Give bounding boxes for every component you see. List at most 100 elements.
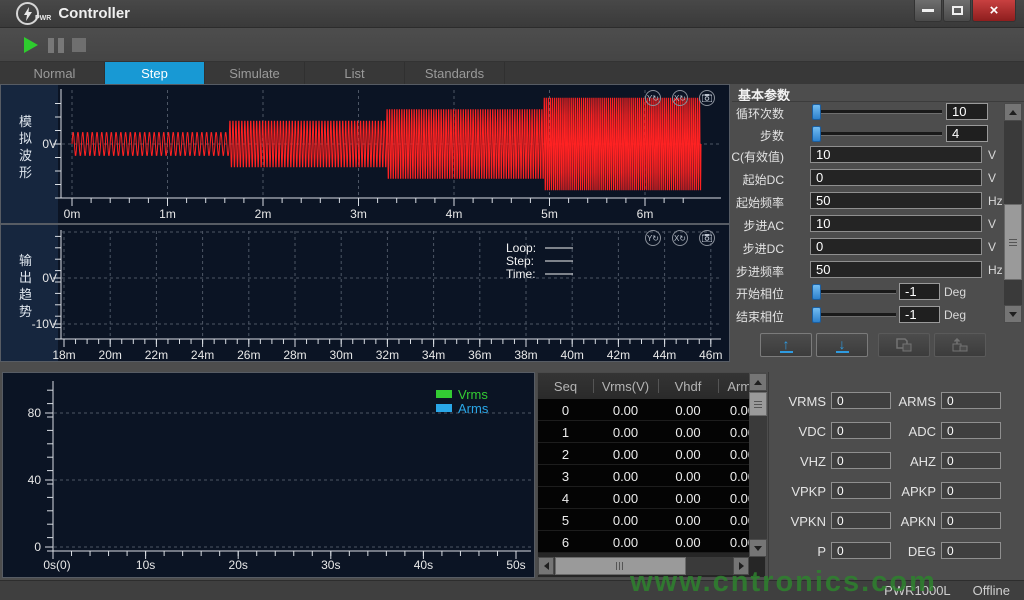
table-row[interactable]: 10.000.000.00 (538, 421, 749, 443)
table-row[interactable]: 40.000.000.00 (538, 487, 749, 509)
measure-value-vpkp[interactable]: 0 (831, 482, 891, 499)
scroll-down-button[interactable] (749, 539, 767, 557)
measure-value-deg[interactable]: 0 (941, 542, 1001, 559)
measurement-readouts: VRMS0ARMS0VDC0ADC0VHZ0AHZ0VPKP0APKP0VPKN… (768, 372, 1024, 580)
app-title: Controller (58, 5, 130, 22)
table-row[interactable]: 20.000.000.00 (538, 443, 749, 465)
svg-text:0s(0): 0s(0) (43, 558, 70, 572)
measure-value-apkp[interactable]: 0 (941, 482, 1001, 499)
tab-standards[interactable]: Standards (405, 62, 505, 84)
param-input[interactable]: 10 (810, 215, 982, 232)
slider-thumb[interactable] (812, 284, 821, 300)
pause-button[interactable] (48, 38, 64, 53)
app-logo: PWR Controller (16, 2, 130, 25)
param-row: 开始相位-1Deg (732, 283, 1002, 300)
tab-normal[interactable]: Normal (5, 62, 105, 84)
svg-text:26m: 26m (237, 348, 260, 361)
column-header[interactable]: Vrms(V) (593, 373, 658, 399)
svg-text:22m: 22m (145, 348, 168, 361)
param-unit: V (988, 240, 996, 254)
measure-value-p[interactable]: 0 (831, 542, 891, 559)
param-input[interactable]: 50 (810, 192, 982, 209)
param-slider[interactable] (812, 132, 942, 136)
write-to-device-button[interactable]: ↑ (760, 333, 812, 357)
snapshot-camera-icon[interactable] (699, 230, 715, 246)
param-value[interactable]: 4 (946, 125, 988, 142)
tab-simulate[interactable]: Simulate (205, 62, 305, 84)
measure-value-vdc[interactable]: 0 (831, 422, 891, 439)
param-label: 步数 (760, 127, 784, 144)
read-from-device-button[interactable]: ↓ (816, 333, 868, 357)
measure-label-vpkn: VPKN (791, 514, 826, 529)
close-button[interactable]: × (972, 0, 1016, 22)
maximize-button[interactable] (943, 0, 971, 22)
param-slider[interactable] (812, 313, 896, 317)
measure-value-vpkn[interactable]: 0 (831, 512, 891, 529)
param-value[interactable]: -1 (899, 283, 940, 300)
scrollbar-thumb[interactable] (1004, 204, 1022, 280)
table-cell: 0.00 (658, 509, 718, 531)
tab-step[interactable]: Step (105, 62, 205, 84)
svg-text:24m: 24m (191, 348, 214, 361)
param-row: 始AC(有效值)10V (732, 146, 1002, 163)
scroll-up-button[interactable] (749, 373, 767, 391)
minimize-button[interactable] (914, 0, 942, 22)
param-slider[interactable] (812, 290, 896, 294)
save-sequence-button[interactable] (878, 333, 930, 357)
param-input[interactable]: 0 (810, 238, 982, 255)
toolbar: 输出模式 AC+DC▼ 量程 300V▼ ⚙⚙ SCPI ? i (0, 28, 1024, 62)
slider-thumb[interactable] (812, 126, 821, 142)
measure-value-adc[interactable]: 0 (941, 422, 1001, 439)
column-header[interactable]: Seq (538, 373, 593, 399)
run-button[interactable] (24, 37, 38, 53)
measure-value-vrms[interactable]: 0 (831, 392, 891, 409)
tab-list[interactable]: List (305, 62, 405, 84)
measure-value-ahz[interactable]: 0 (941, 452, 1001, 469)
x-rescale-icon[interactable]: X↻ (672, 90, 688, 106)
y-rescale-icon[interactable]: Y↻ (645, 230, 661, 246)
y-rescale-icon[interactable]: Y↻ (645, 90, 661, 106)
scroll-left-button[interactable] (538, 557, 554, 575)
param-unit: V (988, 217, 996, 231)
snapshot-camera-icon[interactable] (699, 90, 715, 106)
slider-thumb[interactable] (812, 307, 821, 323)
scroll-down-button[interactable] (1004, 305, 1022, 323)
svg-text:32m: 32m (376, 348, 399, 361)
param-slider[interactable] (812, 110, 942, 114)
scrollbar-thumb[interactable] (749, 392, 767, 416)
stop-button[interactable] (72, 38, 86, 52)
param-unit: Deg (944, 308, 966, 322)
svg-text:10s: 10s (136, 558, 155, 572)
param-value[interactable]: -1 (899, 306, 940, 323)
measure-value-arms[interactable]: 0 (941, 392, 1001, 409)
table-row[interactable]: 00.000.000.00 (538, 399, 749, 421)
recall-sequence-button[interactable] (934, 333, 986, 357)
param-unit: Hz (988, 263, 1003, 277)
scroll-right-button[interactable] (733, 557, 749, 575)
svg-text:40: 40 (28, 473, 42, 487)
param-row: 起始频率50Hz (732, 192, 1002, 209)
measure-value-vhz[interactable]: 0 (831, 452, 891, 469)
param-input[interactable]: 50 (810, 261, 982, 278)
legend-swatch (436, 390, 452, 398)
analog-waveform-ylabel: 模拟波形 (15, 115, 34, 183)
x-rescale-icon[interactable]: X↻ (672, 230, 688, 246)
scrollbar-thumb[interactable] (555, 557, 686, 575)
table-row[interactable]: 60.000.000.00 (538, 531, 749, 553)
table-row[interactable]: 50.000.000.00 (538, 509, 749, 531)
measure-value-apkn[interactable]: 0 (941, 512, 1001, 529)
scroll-up-button[interactable] (1004, 103, 1022, 121)
column-header[interactable]: Vhdf (658, 373, 718, 399)
table-cell: 6 (538, 531, 593, 553)
svg-text:20s: 20s (229, 558, 248, 572)
param-input[interactable]: 0 (810, 169, 982, 186)
param-input[interactable]: 10 (810, 146, 982, 163)
param-value[interactable]: 10 (946, 103, 988, 120)
slider-thumb[interactable] (812, 104, 821, 120)
table-row[interactable]: 30.000.000.00 (538, 465, 749, 487)
param-row: 步进频率50Hz (732, 261, 1002, 278)
mode-tabbar: NormalStepSimulateListStandards (0, 62, 1024, 84)
param-label: 起始DC (743, 171, 784, 188)
output-trend-chart: 18m20m22m24m26m28m30m32m34m36m38m40m42m4… (0, 224, 730, 362)
table-cell: 0.00 (593, 399, 658, 421)
